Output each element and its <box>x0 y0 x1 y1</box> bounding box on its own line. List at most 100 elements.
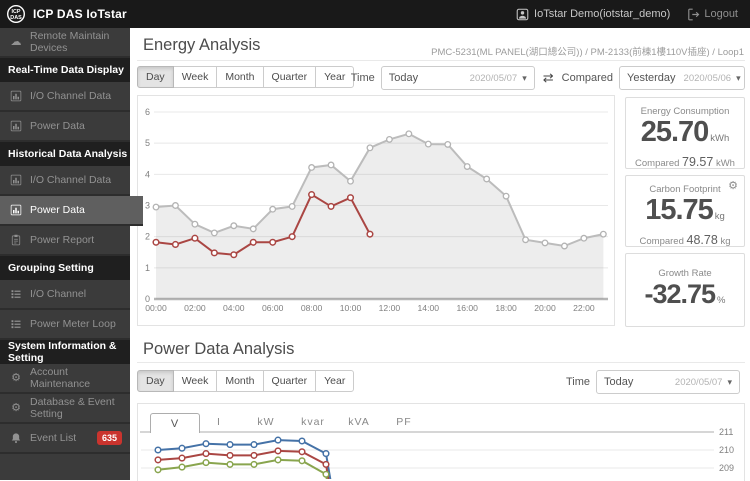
svg-text:08:00: 08:00 <box>301 303 323 313</box>
carbon-footprint-card: ⚙ Carbon Footprint 15.75 kg Compared 48.7… <box>625 175 745 247</box>
sidebar-item-io-channel-data-realtime[interactable]: I/O Channel Data <box>0 82 130 112</box>
sidebar-item-io-channel-data-historical[interactable]: I/O Channel Data <box>0 166 130 196</box>
sidebar-section-system-information-setting: System Information & Setting <box>0 340 130 364</box>
svg-text:210: 210 <box>719 445 734 455</box>
svg-text:00:00: 00:00 <box>145 303 167 313</box>
gear-icon: ⚙ <box>11 401 21 414</box>
energy-period-day-button[interactable]: Day <box>137 66 174 88</box>
svg-text:5: 5 <box>145 138 150 148</box>
divider <box>137 60 745 61</box>
list-icon <box>11 290 21 299</box>
power-time-controls: Time Today 2020/05/07 ▾ <box>566 370 740 394</box>
svg-text:DAS: DAS <box>10 15 22 21</box>
caret-down-icon: ▾ <box>736 72 741 83</box>
list-icon <box>11 320 21 329</box>
caret-down-icon: ▾ <box>727 376 732 387</box>
sidebar-section-real-time-data-display: Real-Time Data Display <box>0 58 130 82</box>
chart-icon <box>10 174 22 186</box>
bell-icon <box>11 433 21 444</box>
chart-icon <box>10 90 22 102</box>
svg-text:22:00: 22:00 <box>573 303 595 313</box>
icp-das-logo: ICP DAS <box>6 4 26 24</box>
time-label: Time <box>350 72 375 84</box>
sidebar-item-remote-maintain-devices[interactable]: ☁ Remote Maintain Devices <box>0 28 130 58</box>
user-icon <box>516 8 529 21</box>
power-time-select[interactable]: Today 2020/05/07 ▾ <box>596 370 740 394</box>
sidebar-item-event-list[interactable]: Event List 635 <box>0 424 130 454</box>
compared-select[interactable]: Yesterday 2020/05/06 ▾ <box>619 66 745 90</box>
svg-text:3: 3 <box>145 200 150 210</box>
time-select[interactable]: Today 2020/05/07 ▾ <box>380 66 535 90</box>
power-period-month-button[interactable]: Month <box>216 370 264 392</box>
chart-icon <box>10 120 22 132</box>
measure-tab-v[interactable]: V <box>150 413 200 433</box>
power-data-analysis-title: Power Data Analysis <box>143 340 295 358</box>
energy-analysis-title: Energy Analysis <box>143 36 261 54</box>
svg-text:02:00: 02:00 <box>184 303 206 313</box>
svg-text:14:00: 14:00 <box>418 303 440 313</box>
energy-period-year-button[interactable]: Year <box>315 66 355 88</box>
energy-period-quarter-button[interactable]: Quarter <box>262 66 317 88</box>
energy-chart: 012345600:00 02:00 04:00 06:00 08:00 10:00 12:… <box>145 107 608 313</box>
power-period-week-button[interactable]: Week <box>172 370 218 392</box>
sidebar-item-io-channel[interactable]: I/O Channel <box>0 280 130 310</box>
breadcrumb: PMC-5231(ML PANEL(湖口總公司)) / PM-2133(前棟1樓… <box>431 47 744 58</box>
svg-text:4: 4 <box>145 169 150 179</box>
chart-icon <box>10 204 22 216</box>
logout-button[interactable]: Logout <box>687 8 738 21</box>
event-count-badge: 635 <box>96 431 122 445</box>
svg-text:209: 209 <box>719 463 734 473</box>
svg-text:06:00: 06:00 <box>262 303 284 313</box>
sidebar-item-database-event-setting[interactable]: ⚙ Database & Event Setting <box>0 394 130 424</box>
gear-icon[interactable]: ⚙ <box>728 179 738 192</box>
energy-period-week-button[interactable]: Week <box>172 66 218 88</box>
compared-date: 2020/05/06 <box>683 72 732 84</box>
energy-consumption-value: 25.70 kWh <box>640 116 730 148</box>
main-content: Energy Analysis PMC-5231(ML PANEL(湖口總公司)… <box>130 28 750 481</box>
power-chart: 211 210 209 <box>140 427 734 479</box>
power-period-day-button[interactable]: Day <box>137 370 174 392</box>
energy-chart-panel: 0 1 2 3 4 5 6 00:00 02:00 04:00 06:00 08:00 10:00 12:… <box>137 95 615 326</box>
svg-text:18:00: 18:00 <box>495 303 517 313</box>
energy-period-button-group: Day Week Month Quarter Year <box>137 66 355 88</box>
carbon-footprint-value: 15.75 kg <box>645 194 725 226</box>
svg-text:16:00: 16:00 <box>456 303 478 313</box>
compared-label: Compared <box>561 72 613 84</box>
gear-icon: ⚙ <box>11 371 21 384</box>
svg-text:211: 211 <box>719 427 733 437</box>
sidebar-item-power-report[interactable]: Power Report <box>0 226 130 256</box>
power-period-quarter-button[interactable]: Quarter <box>262 370 317 392</box>
power-period-year-button[interactable]: Year <box>315 370 355 392</box>
divider <box>137 362 745 363</box>
growth-rate-card: Growth Rate -32.75% <box>625 253 745 327</box>
top-bar: ICP DAS ICP DAS IoTstar IoTstar Demo(iot… <box>0 0 750 28</box>
energy-time-controls: Time Today 2020/05/07 ▾ ⇄ Compared Yeste… <box>351 66 745 90</box>
time-date: 2020/05/07 <box>469 72 518 84</box>
sidebar-item-power-meter-loop[interactable]: Power Meter Loop <box>0 310 130 340</box>
cloud-icon: ☁ <box>10 35 22 48</box>
logout-icon <box>687 8 700 21</box>
swap-compare-icon[interactable]: ⇄ <box>543 70 554 86</box>
sidebar-item-power-data-realtime[interactable]: Power Data <box>0 112 130 142</box>
app-title: ICP DAS IoTstar <box>33 7 127 21</box>
sidebar-item-account-maintenance[interactable]: ⚙ Account Maintenance <box>0 364 130 394</box>
growth-rate-value: -32.75% <box>644 279 726 309</box>
svg-text:6: 6 <box>145 107 150 117</box>
sidebar: ☁ Remote Maintain Devices Real-Time Data… <box>0 28 143 480</box>
time-label: Time <box>565 376 590 388</box>
svg-text:1: 1 <box>145 263 150 273</box>
sidebar-item-power-data-historical[interactable]: Power Data <box>0 196 143 226</box>
svg-text:10:00: 10:00 <box>340 303 362 313</box>
svg-text:20:00: 20:00 <box>534 303 556 313</box>
power-period-button-group: Day Week Month Quarter Year <box>137 370 355 392</box>
caret-down-icon: ▾ <box>522 72 527 83</box>
energy-period-month-button[interactable]: Month <box>216 66 264 88</box>
time-date: 2020/05/07 <box>674 376 723 388</box>
energy-consumption-card: Energy Consumption 25.70 kWh Compared 79.… <box>625 97 745 169</box>
svg-text:04:00: 04:00 <box>223 303 245 313</box>
svg-text:12:00: 12:00 <box>379 303 401 313</box>
sidebar-section-grouping-setting: Grouping Setting <box>0 256 130 280</box>
report-icon <box>11 234 21 246</box>
sidebar-section-historical-data-analysis: Historical Data Analysis <box>0 142 130 166</box>
logged-in-user[interactable]: IoTstar Demo(iotstar_demo) <box>534 8 670 20</box>
